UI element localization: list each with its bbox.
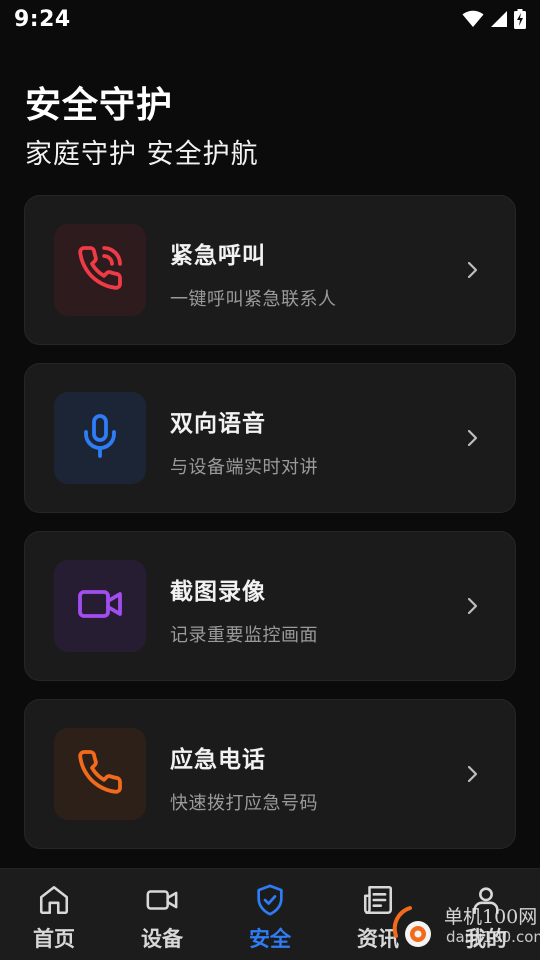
- status-time: 9:24: [14, 6, 71, 32]
- home-icon: [37, 883, 71, 917]
- card-title: 紧急呼叫: [170, 243, 266, 269]
- card-icon-box: [54, 224, 146, 316]
- bottom-nav: 首页 设备 安全 资讯 我的: [0, 868, 540, 960]
- card-emergency-phone[interactable]: 应急电话 快速拨打应急号码: [24, 699, 516, 849]
- card-two-way-audio[interactable]: 双向语音 与设备端实时对讲: [24, 363, 516, 513]
- wifi-icon: [462, 10, 484, 28]
- chevron-right-icon: [465, 596, 479, 620]
- camera-icon: [145, 883, 179, 917]
- nav-label: 资讯: [357, 927, 399, 951]
- nav-item-news[interactable]: 资讯: [324, 869, 432, 960]
- microphone-icon: [76, 412, 124, 464]
- card-screenshot-record[interactable]: 截图录像 记录重要监控画面: [24, 531, 516, 681]
- nav-item-devices[interactable]: 设备: [108, 869, 216, 960]
- card-icon-box: [54, 560, 146, 652]
- page-subtitle: 家庭守护 安全护航: [25, 139, 259, 170]
- feature-card-list: 紧急呼叫 一键呼叫紧急联系人 双向语音 与设备端实时对讲 截图录像 记录重要监控…: [24, 195, 516, 867]
- card-icon-box: [54, 728, 146, 820]
- nav-label: 安全: [249, 927, 291, 951]
- nav-item-profile[interactable]: 我的: [432, 869, 540, 960]
- nav-item-home[interactable]: 首页: [0, 869, 108, 960]
- chevron-right-icon: [465, 428, 479, 452]
- card-desc: 与设备端实时对讲: [170, 457, 318, 478]
- screen: 9:24 安全守护 家庭守护 安全护航 紧急呼叫 一键呼叫紧急联系人 双向语音 …: [0, 0, 540, 960]
- chevron-right-icon: [465, 764, 479, 788]
- page-title: 安全守护: [25, 85, 174, 126]
- nav-item-safety[interactable]: 安全: [216, 869, 324, 960]
- card-emergency-call[interactable]: 紧急呼叫 一键呼叫紧急联系人: [24, 195, 516, 345]
- status-icons: [462, 9, 526, 29]
- newspaper-icon: [361, 883, 395, 917]
- nav-label: 我的: [465, 927, 507, 951]
- card-title: 截图录像: [170, 579, 266, 605]
- card-desc: 一键呼叫紧急联系人: [170, 289, 337, 310]
- status-bar: 9:24: [0, 0, 540, 38]
- card-desc: 记录重要监控画面: [170, 625, 318, 646]
- card-title: 双向语音: [170, 411, 266, 437]
- battery-charging-icon: [514, 9, 526, 29]
- user-icon: [469, 883, 503, 917]
- phone-ringing-icon: [76, 244, 124, 296]
- signal-icon: [490, 10, 508, 28]
- card-title: 应急电话: [170, 747, 266, 773]
- shield-check-icon: [253, 883, 287, 917]
- nav-label: 设备: [141, 927, 183, 951]
- video-camera-icon: [76, 580, 124, 632]
- card-icon-box: [54, 392, 146, 484]
- card-desc: 快速拨打应急号码: [170, 793, 318, 814]
- chevron-right-icon: [465, 260, 479, 284]
- phone-icon: [76, 748, 124, 800]
- nav-label: 首页: [33, 927, 75, 951]
